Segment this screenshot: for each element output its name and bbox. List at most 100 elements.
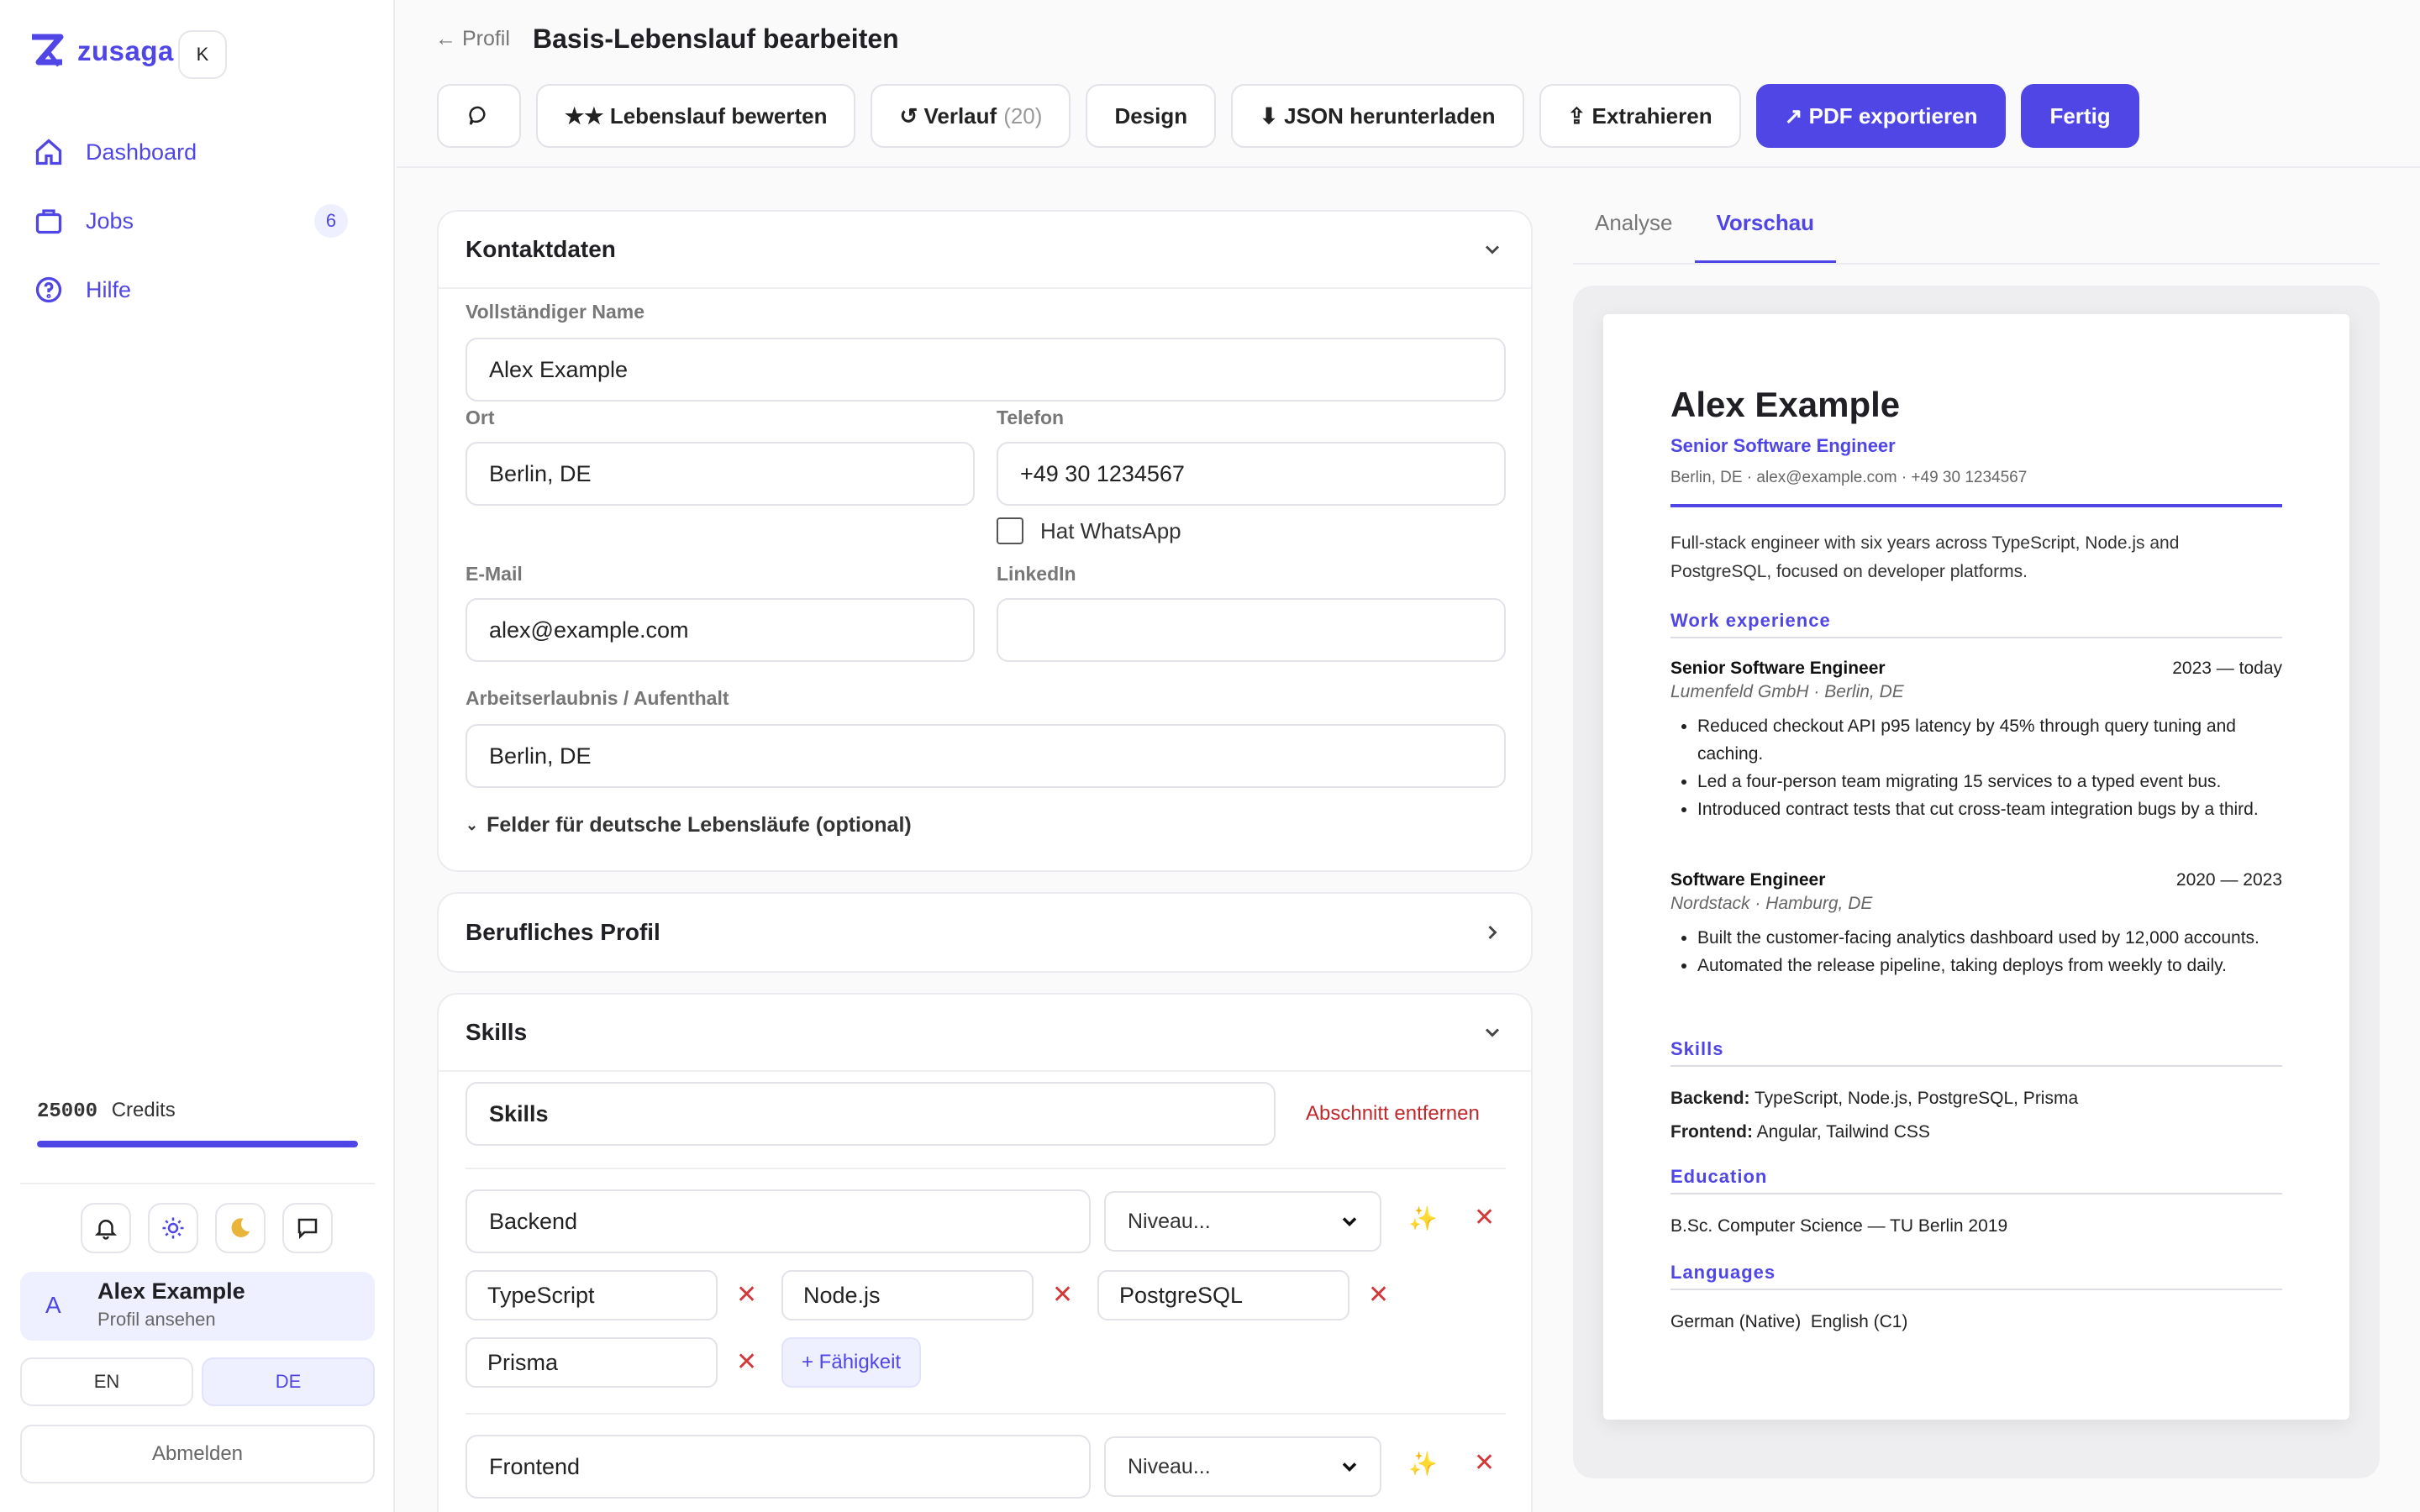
home-icon bbox=[35, 139, 62, 165]
user-card[interactable]: A Alex Example Profil ansehen bbox=[20, 1272, 375, 1341]
page-header: ← Profil Basis-Lebenslauf bearbeiten ★★ … bbox=[397, 0, 2420, 168]
skill-group-name-input[interactable]: Backend bbox=[466, 1189, 1091, 1253]
remove-section-button[interactable]: Abschnitt entfernen bbox=[1306, 1102, 1480, 1126]
remove-group-button[interactable]: ✕ bbox=[1474, 1203, 1495, 1232]
light-theme-button[interactable] bbox=[148, 1203, 198, 1253]
resume-skill-line: Backend: TypeScript, Node.js, PostgreSQL… bbox=[1670, 1089, 2282, 1109]
dark-theme-button[interactable] bbox=[215, 1203, 266, 1253]
remove-group-button[interactable]: ✕ bbox=[1474, 1448, 1495, 1478]
done-button[interactable]: Fertig bbox=[2021, 84, 2139, 148]
rate-resume-button[interactable]: ★★ Lebenslauf bewerten bbox=[536, 84, 856, 148]
skill-level-select[interactable]: Niveau... bbox=[1104, 1436, 1381, 1497]
city-input[interactable]: Berlin, DE bbox=[466, 442, 975, 506]
skill-line-value: TypeScript, Node.js, PostgreSQL, Prisma bbox=[1754, 1089, 2079, 1108]
feedback-button[interactable] bbox=[282, 1203, 333, 1253]
german-fields-label: Felder für deutsche Lebensläufe (optiona… bbox=[487, 813, 912, 837]
moon-icon bbox=[231, 1218, 250, 1237]
logo[interactable]: zusaga bbox=[29, 32, 174, 71]
skill-line-value: Angular, Tailwind CSS bbox=[1756, 1122, 1930, 1142]
history-button[interactable]: ↺ Verlauf (20) bbox=[871, 84, 1071, 148]
city-label: Ort bbox=[466, 407, 495, 428]
sparkle-icon[interactable]: ✨ bbox=[1408, 1450, 1438, 1478]
job-title: Software Engineer bbox=[1670, 870, 1826, 890]
add-skill-button[interactable]: + Fähigkeit bbox=[781, 1337, 922, 1388]
credits: 25000 Credits bbox=[37, 1099, 176, 1123]
jobs-count-badge: 6 bbox=[314, 204, 348, 238]
phone-input[interactable]: +49 30 1234567 bbox=[997, 442, 1506, 506]
design-button[interactable]: Design bbox=[1086, 84, 1217, 148]
view-profile-link[interactable]: Profil ansehen bbox=[97, 1309, 216, 1331]
skill-level-select[interactable]: Niveau... bbox=[1104, 1191, 1381, 1252]
email-input[interactable]: alex@example.com bbox=[466, 598, 975, 662]
command-shortcut-button[interactable]: K bbox=[178, 30, 227, 79]
divider bbox=[20, 1183, 375, 1184]
credits-progress-fill bbox=[37, 1141, 358, 1147]
resume-education: B.Sc. Computer Science — TU Berlin 2019 bbox=[1670, 1216, 2008, 1236]
skills-section: Skills Skills Abschnitt entfernen Backen… bbox=[437, 993, 1533, 1512]
whatsapp-option[interactable]: Hat WhatsApp bbox=[997, 517, 1181, 544]
sidebar-item-label: Dashboard bbox=[86, 139, 197, 165]
sidebar-item-jobs[interactable]: Jobs 6 bbox=[34, 186, 361, 255]
skill-pill[interactable]: TypeScript bbox=[466, 1270, 718, 1320]
contact-section-header[interactable]: Kontaktdaten bbox=[439, 212, 1531, 289]
tab-vorschau[interactable]: Vorschau bbox=[1694, 210, 1837, 264]
sidebar: zusaga K Dashboard Jobs 6 Hilfe 25000 Cr… bbox=[0, 0, 395, 1512]
resume-name: Alex Example bbox=[1670, 385, 1901, 424]
skill-group-name-input[interactable]: Frontend bbox=[466, 1435, 1091, 1499]
logout-button[interactable]: Abmelden bbox=[20, 1425, 375, 1483]
briefcase-icon bbox=[35, 209, 62, 234]
skill-pill[interactable]: Node.js bbox=[781, 1270, 1034, 1320]
user-name: Alex Example bbox=[97, 1278, 245, 1304]
credits-value: 25000 bbox=[37, 1100, 98, 1123]
back-link[interactable]: ← Profil bbox=[435, 27, 510, 51]
tab-analyse[interactable]: Analyse bbox=[1573, 210, 1695, 264]
extract-button[interactable]: ⇪ Extrahieren bbox=[1539, 84, 1741, 148]
whatsapp-checkbox[interactable] bbox=[997, 517, 1023, 544]
help-circle-icon bbox=[35, 276, 62, 303]
notifications-button[interactable] bbox=[81, 1203, 131, 1253]
lang-en-button[interactable]: EN bbox=[20, 1357, 193, 1406]
remove-skill-button[interactable]: ✕ bbox=[1368, 1280, 1389, 1310]
toolbar: ★★ Lebenslauf bewerten ↺ Verlauf (20) De… bbox=[437, 84, 2139, 148]
history-label: ↺ Verlauf bbox=[899, 102, 997, 129]
remove-skill-button[interactable]: ✕ bbox=[1052, 1280, 1073, 1310]
linkedin-input[interactable] bbox=[997, 598, 1506, 662]
professional-profile-header[interactable]: Berufliches Profil bbox=[439, 894, 1531, 971]
sidebar-item-help[interactable]: Hilfe bbox=[34, 255, 361, 324]
full-name-input[interactable]: Alex Example bbox=[466, 338, 1506, 402]
sidebar-item-dashboard[interactable]: Dashboard bbox=[34, 118, 361, 186]
export-pdf-button[interactable]: ↗ PDF exportieren bbox=[1755, 84, 2007, 148]
resume-job: Software Engineer 2020 — 2023 Nordstack … bbox=[1670, 870, 2282, 979]
skills-section-header[interactable]: Skills bbox=[439, 995, 1531, 1072]
divider bbox=[466, 1168, 1506, 1169]
download-json-button[interactable]: ⬇ JSON herunterladen bbox=[1231, 84, 1524, 148]
contact-section: Kontaktdaten Vollständiger Name Alex Exa… bbox=[437, 210, 1533, 872]
phone-label: Telefon bbox=[997, 407, 1065, 428]
resume-preview-panel: Alex Example Senior Software Engineer Be… bbox=[1573, 286, 2380, 1478]
german-fields-toggle[interactable]: ⌄ Felder für deutsche Lebensläufe (optio… bbox=[466, 813, 912, 837]
skill-line-label: Frontend: bbox=[1670, 1122, 1753, 1142]
resume-job: Senior Software Engineer 2023 — today Lu… bbox=[1670, 659, 2282, 823]
skill-pill[interactable]: Prisma bbox=[466, 1337, 718, 1388]
chat-button[interactable] bbox=[437, 84, 521, 148]
remove-skill-button[interactable]: ✕ bbox=[736, 1347, 757, 1377]
section-title: Berufliches Profil bbox=[466, 919, 660, 945]
section-name-input[interactable]: Skills bbox=[466, 1082, 1276, 1146]
skill-pill[interactable]: PostgreSQL bbox=[1097, 1270, 1349, 1320]
work-permit-input[interactable]: Berlin, DE bbox=[466, 724, 1506, 788]
resume-section-heading: Languages bbox=[1670, 1262, 2282, 1290]
job-bullet: Reduced checkout API p95 latency by 45% … bbox=[1697, 712, 2282, 768]
remove-skill-button[interactable]: ✕ bbox=[736, 1280, 757, 1310]
professional-profile-section: Berufliches Profil bbox=[437, 892, 1533, 973]
avatar: A bbox=[45, 1292, 61, 1318]
resume-preview: Alex Example Senior Software Engineer Be… bbox=[1603, 314, 2349, 1420]
resume-languages: German (Native) English (C1) bbox=[1670, 1312, 1908, 1331]
lang-de-button[interactable]: DE bbox=[202, 1357, 375, 1406]
chat-bubble-icon bbox=[469, 106, 486, 125]
resume-section-heading: Education bbox=[1670, 1166, 2282, 1194]
resume-contact: Berlin, DE · alex@example.com · +49 30 1… bbox=[1670, 469, 2028, 486]
page-title: Basis-Lebenslauf bearbeiten bbox=[533, 24, 899, 54]
full-name-label: Vollständiger Name bbox=[466, 301, 645, 323]
sparkle-icon[interactable]: ✨ bbox=[1408, 1205, 1438, 1232]
chevron-down-icon bbox=[1485, 1028, 1500, 1037]
